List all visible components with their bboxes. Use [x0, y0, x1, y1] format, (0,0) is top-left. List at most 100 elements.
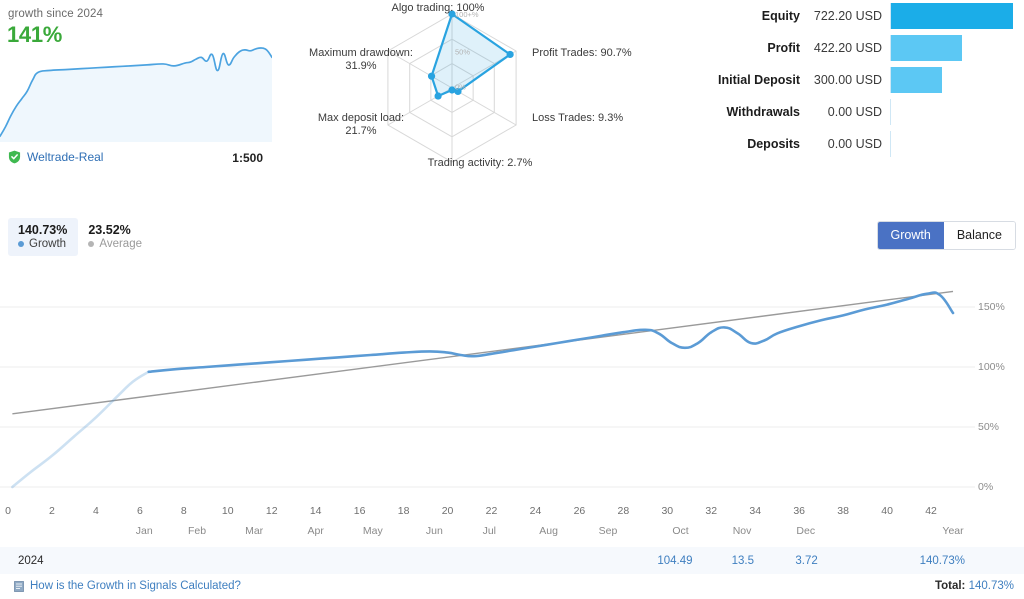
chart-month-label: Oct	[672, 525, 689, 537]
chart-legend: 140.73% Growth 23.52% Average	[8, 218, 153, 256]
growth-since-label: growth since 2024	[8, 8, 104, 20]
table-row-year: 2024	[18, 554, 44, 567]
stat-label: Profit	[767, 41, 800, 55]
radar-label-maximum-drawdown: Maximum drawdown: 31.9%	[309, 47, 413, 72]
chart-month-label: Mar	[245, 525, 264, 537]
chart-footer: How is the Growth in Signals Calculated?…	[0, 578, 1024, 599]
radar-label-max-deposit-load: Max deposit load: 21.7%	[317, 112, 405, 137]
broker-name: Weltrade-Real	[27, 150, 104, 164]
chart-x-tick-label: 30	[661, 505, 674, 517]
stat-bar-track	[890, 35, 1024, 61]
chart-x-tick-label: 12	[265, 505, 278, 517]
stat-bar-fill	[891, 3, 1013, 29]
table-cell-value: 3.72	[795, 554, 818, 567]
chart-x-tick-label: 40	[881, 505, 893, 517]
chart-x-tick-label: 16	[353, 505, 366, 517]
growth-chart-block: 140.73% Growth 23.52% Average Growth Bal…	[0, 205, 1024, 545]
stat-bar-track	[890, 99, 1024, 125]
chart-x-tick-label: 28	[617, 505, 630, 517]
chart-mode-toggle[interactable]: Growth Balance	[876, 221, 1016, 250]
stat-label: Deposits	[747, 137, 800, 151]
chart-y-tick-label: 0%	[978, 481, 994, 493]
summary-strip: growth since 2024 141% Weltrade-Real 1:5…	[0, 0, 1024, 180]
stat-value: 300.00 USD	[813, 73, 882, 87]
stat-row: Deposits 0.00 USD	[690, 128, 1024, 160]
stat-bar-track	[890, 131, 1024, 157]
help-link-text: How is the Growth in Signals Calculated?	[30, 580, 241, 592]
sparkline-plot	[0, 44, 273, 142]
chart-month-label: Jun	[425, 525, 443, 537]
chart-y-tick-label: 150%	[978, 301, 1005, 313]
table-cell-value: 104.49	[657, 554, 693, 567]
chart-x-tick-label: 2	[49, 505, 55, 517]
radar-label-profit-trades: Profit Trades: 90.7%	[532, 47, 632, 59]
growth-calculation-help-link[interactable]: How is the Growth in Signals Calculated?	[14, 580, 241, 592]
legend-growth-label: Growth	[29, 238, 67, 250]
book-icon	[14, 580, 24, 592]
verified-shield-icon	[8, 150, 21, 164]
chart-month-label: Jul	[482, 525, 497, 537]
radar-label-loss-trades: Loss Trades: 9.3%	[532, 112, 624, 124]
stat-row: Equity 722.20 USD	[690, 0, 1024, 32]
stat-bar-track	[890, 67, 1024, 93]
growth-chart-plot: 0% 50% 100% 150%	[0, 265, 1024, 505]
legend-average-value: 23.52%	[88, 223, 131, 237]
chart-x-tick-label: 26	[573, 505, 586, 517]
chart-x-tick-label: 32	[705, 505, 718, 517]
chart-y-tick-label: 100%	[978, 361, 1005, 373]
radar-label-algo-trading: Algo trading: 100%	[391, 2, 485, 14]
account-stats-card: Equity 722.20 USD Profit 422.20 USD Initial …	[690, 0, 1024, 165]
legend-growth-dot-icon	[18, 241, 24, 247]
chart-x-tick-label: 4	[92, 505, 99, 517]
chart-month-label: Aug	[539, 525, 558, 537]
chart-x-tick-label: 8	[180, 505, 187, 517]
grand-total-label: Total:	[934, 580, 966, 592]
svg-text:50%: 50%	[455, 48, 470, 57]
legend-item-average[interactable]: 23.52% Average	[78, 218, 153, 256]
chart-x-tick-label: 22	[485, 505, 498, 517]
stat-value: 0.00 USD	[827, 137, 882, 151]
chart-month-label: May	[362, 525, 383, 537]
chart-x-tick-label: 24	[529, 505, 542, 517]
chart-x-tick-label: 10	[221, 505, 234, 517]
svg-text:0%: 0%	[455, 83, 466, 92]
growth-sparkline-card: growth since 2024 141% Weltrade-Real 1:5…	[0, 0, 273, 180]
toggle-balance-button[interactable]: Balance	[943, 222, 1015, 249]
toggle-growth-button[interactable]: Growth	[877, 222, 944, 249]
stat-label: Equity	[761, 9, 800, 23]
legend-average-label: Average	[99, 238, 142, 250]
chart-x-axis: 0 2 4 6 8 10 12 14 16 18 20 22 24 26 28 30 32 34 36 38 40 42 J…	[0, 505, 1024, 545]
chart-y-tick-label: 50%	[978, 421, 1000, 433]
legend-growth-value: 140.73%	[18, 223, 68, 237]
stat-value: 0.00 USD	[827, 105, 882, 119]
table-cell-value: 140.73%	[919, 554, 966, 567]
chart-month-label: Dec	[796, 525, 816, 537]
table-cell-value: 13.5	[731, 554, 755, 567]
chart-x-tick-label: 20	[441, 505, 454, 517]
stat-value: 722.20 USD	[813, 9, 882, 23]
chart-month-label: Feb	[187, 525, 207, 537]
stat-row: Withdrawals 0.00 USD	[690, 96, 1024, 128]
chart-x-tick-label: 34	[749, 505, 762, 517]
chart-x-tick-label: 14	[309, 505, 322, 517]
growth-chart-svg	[0, 290, 975, 489]
grand-total: Total: 140.73%	[935, 580, 1014, 592]
stat-row: Profit 422.20 USD	[690, 32, 1024, 64]
stat-row: Initial Deposit 300.00 USD	[690, 64, 1024, 96]
chart-month-label: Year	[942, 525, 964, 537]
stat-label: Initial Deposit	[718, 73, 800, 87]
chart-month-label: Apr	[307, 525, 324, 537]
stat-bar-fill	[891, 67, 942, 93]
legend-item-growth[interactable]: 140.73% Growth	[8, 218, 79, 256]
radar-chart-card: 100+% 50% 0% Algo trading: 100% Profit Tra…	[300, 0, 690, 180]
stat-value: 422.20 USD	[813, 41, 882, 55]
chart-x-tick-label: 6	[136, 505, 143, 517]
yearly-summary-row[interactable]: 2024 104.49 13.5 3.72 140.73%	[0, 547, 1024, 574]
chart-month-label: Nov	[732, 525, 752, 537]
radar-label-trading-activity: Trading activity: 2.7%	[427, 157, 533, 169]
legend-average-dot-icon	[88, 241, 95, 247]
chart-x-tick-label: 38	[837, 505, 849, 517]
broker-link[interactable]: Weltrade-Real	[8, 150, 103, 164]
chart-x-tick-label: 0	[5, 505, 11, 517]
stat-bar-track	[890, 3, 1024, 29]
